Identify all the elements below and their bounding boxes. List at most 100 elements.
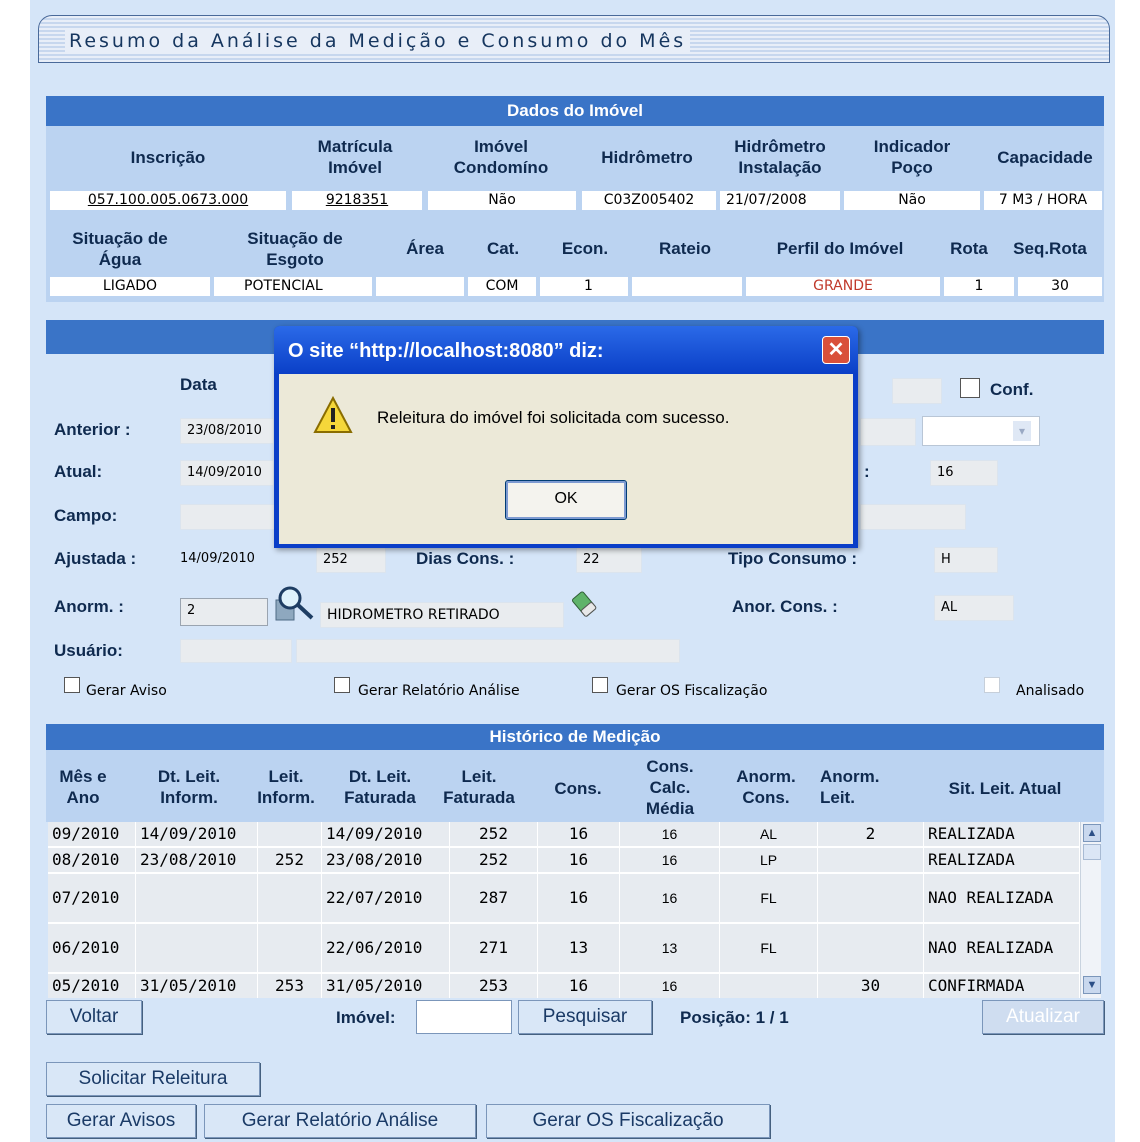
table-cell: 14/09/2010: [322, 822, 450, 846]
table-cell: 09/2010: [48, 822, 136, 846]
search-icon[interactable]: [274, 584, 318, 624]
value-matricula[interactable]: 9218351: [292, 191, 422, 210]
imovel-search-input[interactable]: [416, 1000, 512, 1034]
conf-checkbox[interactable]: [960, 378, 980, 398]
ajustada-leit-field[interactable]: 252: [316, 547, 386, 573]
table-cell: 16: [620, 822, 720, 846]
anor-cons-label: Anor. Cons. :: [732, 597, 838, 616]
table-cell: 16: [538, 848, 620, 872]
table-cell: 22/07/2010: [322, 874, 450, 922]
analisado-checkbox[interactable]: [984, 677, 1000, 693]
table-cell: 252: [258, 848, 322, 872]
gerar-avisos-button[interactable]: Gerar Avisos: [46, 1104, 196, 1138]
hist-hdr-cons: Cons.: [554, 779, 602, 798]
campo-label: Campo:: [54, 506, 118, 525]
atual-right-field[interactable]: 16: [930, 460, 998, 486]
value-situacao-esgoto: POTENCIAL: [214, 277, 372, 296]
anorm-field[interactable]: 2: [180, 598, 268, 626]
hist-hdr-leit-inform: Leit. Inform.: [257, 767, 315, 807]
value-inscricao[interactable]: 057.100.005.0673.000: [50, 191, 286, 210]
hdr-rateio: Rateio: [659, 239, 711, 258]
usuario-field-1[interactable]: [180, 639, 292, 663]
table-cell: NAO REALIZADA: [924, 924, 1080, 972]
table-cell: 271: [450, 924, 538, 972]
page-title-tab: Resumo da Análise da Medição e Consumo d…: [38, 15, 1110, 63]
table-cell: 16: [620, 874, 720, 922]
anorm-label: Anorm. :: [54, 597, 124, 616]
tipo-consumo-field[interactable]: H: [934, 547, 998, 573]
table-cell: 06/2010: [48, 924, 136, 972]
gerar-os-button[interactable]: Gerar OS Fiscalização: [486, 1104, 770, 1138]
hdr-condominio: Imóvel Condomíno: [453, 137, 549, 177]
hist-hdr-situacao: Sit. Leit. Atual: [948, 779, 1062, 798]
gerar-aviso-checkbox[interactable]: [64, 677, 80, 693]
hist-hdr-mes: Mês e Ano: [59, 767, 107, 807]
atual-label: Atual:: [54, 462, 103, 481]
historico-scrollbar[interactable]: ▲ ▼: [1080, 822, 1101, 998]
hist-hdr-cons-media: Cons. Calc. Média: [645, 757, 695, 818]
solicitar-releitura-button[interactable]: Solicitar Releitura: [46, 1062, 260, 1096]
table-cell: 253: [258, 974, 322, 998]
campo-right-field[interactable]: [860, 504, 966, 530]
historico-table[interactable]: 09/2010 14/09/2010 14/09/2010 252 16 16 AL 2 REA…: [48, 822, 1100, 998]
table-cell: 23/08/2010: [322, 848, 450, 872]
table-cell: 05/2010: [48, 974, 136, 998]
page-panel: Resumo da Análise da Medição e Consumo d…: [30, 0, 1115, 1142]
table-cell: REALIZADA: [924, 822, 1080, 846]
hist-hdr-dt-inform: Dt. Leit. Inform.: [157, 767, 221, 807]
scroll-down-icon[interactable]: ▼: [1083, 976, 1101, 994]
value-situacao-agua: LIGADO: [50, 277, 210, 296]
table-row[interactable]: 06/2010 22/06/2010 271 13 13 FL NAO REALIZADA: [48, 924, 1080, 974]
anterior-data-field[interactable]: 23/08/2010: [180, 418, 274, 444]
voltar-button[interactable]: Voltar: [46, 1000, 142, 1034]
eraser-icon[interactable]: [570, 586, 600, 618]
pesquisar-button[interactable]: Pesquisar: [518, 1000, 652, 1034]
anor-cons-field[interactable]: AL: [934, 595, 1014, 621]
gerar-relatorio-button[interactable]: Gerar Relatório Análise: [204, 1104, 476, 1138]
anterior-right-field[interactable]: [860, 418, 916, 446]
close-icon[interactable]: ✕: [822, 336, 850, 364]
value-capacidade: 7 M3 / HORA: [984, 191, 1102, 210]
dialog-title: O site “http://localhost:8080” diz:: [288, 340, 604, 362]
conf-field[interactable]: [892, 378, 942, 404]
table-row[interactable]: 07/2010 22/07/2010 287 16 16 FL NAO REALIZADA: [48, 874, 1080, 924]
table-row[interactable]: 09/2010 14/09/2010 14/09/2010 252 16 16 AL 2 REA…: [48, 822, 1080, 848]
table-row[interactable]: 05/2010 31/05/2010 253 31/05/2010 253 16 16 30 C…: [48, 974, 1080, 998]
table-cell: CONFIRMADA: [924, 974, 1080, 998]
ok-button[interactable]: OK: [505, 480, 627, 520]
table-cell: [818, 874, 924, 922]
scroll-thumb[interactable]: [1083, 844, 1101, 860]
gerar-os-checkbox[interactable]: [592, 677, 608, 693]
ajustada-data-field[interactable]: 14/09/2010: [174, 547, 286, 573]
table-cell: 13: [538, 924, 620, 972]
table-row[interactable]: 08/2010 23/08/2010 252 23/08/2010 252 16 16 LP R…: [48, 848, 1080, 874]
value-econ: 1: [540, 277, 628, 296]
usuario-field-2[interactable]: [296, 639, 680, 663]
chevron-down-icon[interactable]: ▾: [1013, 421, 1031, 441]
gerar-relatorio-checkbox[interactable]: [334, 677, 350, 693]
table-cell: 31/05/2010: [136, 974, 258, 998]
table-cell: NAO REALIZADA: [924, 874, 1080, 922]
anterior-label: Anterior :: [54, 420, 131, 439]
table-cell: 08/2010: [48, 848, 136, 872]
col-data-label: Data: [180, 375, 217, 394]
table-cell: [720, 974, 818, 998]
table-cell: [258, 874, 322, 922]
anterior-select[interactable]: ▾: [922, 416, 1040, 446]
scroll-up-icon[interactable]: ▲: [1083, 824, 1101, 842]
atual-data-field[interactable]: 14/09/2010: [180, 460, 274, 486]
hdr-cat: Cat.: [486, 239, 520, 258]
hist-hdr-anorm-cons: Anorm. Cons.: [736, 767, 796, 807]
hdr-econ: Econ.: [561, 239, 609, 258]
atualizar-button[interactable]: Atualizar: [982, 1000, 1104, 1034]
dialog-titlebar[interactable]: O site “http://localhost:8080” diz: ✕: [274, 326, 858, 374]
dias-cons-field[interactable]: 22: [576, 547, 642, 573]
hdr-situacao-esgoto: Situação de Esgoto: [247, 229, 343, 269]
table-cell: 07/2010: [48, 874, 136, 922]
gerar-aviso-label: Gerar Aviso: [86, 683, 167, 699]
dialog-body: Releitura do imóvel foi solicitada com s…: [279, 374, 853, 544]
hdr-perfil: Perfil do Imóvel: [776, 239, 904, 258]
table-cell: 16: [620, 848, 720, 872]
table-cell: [258, 924, 322, 972]
atual-right-colon: :: [864, 462, 870, 481]
